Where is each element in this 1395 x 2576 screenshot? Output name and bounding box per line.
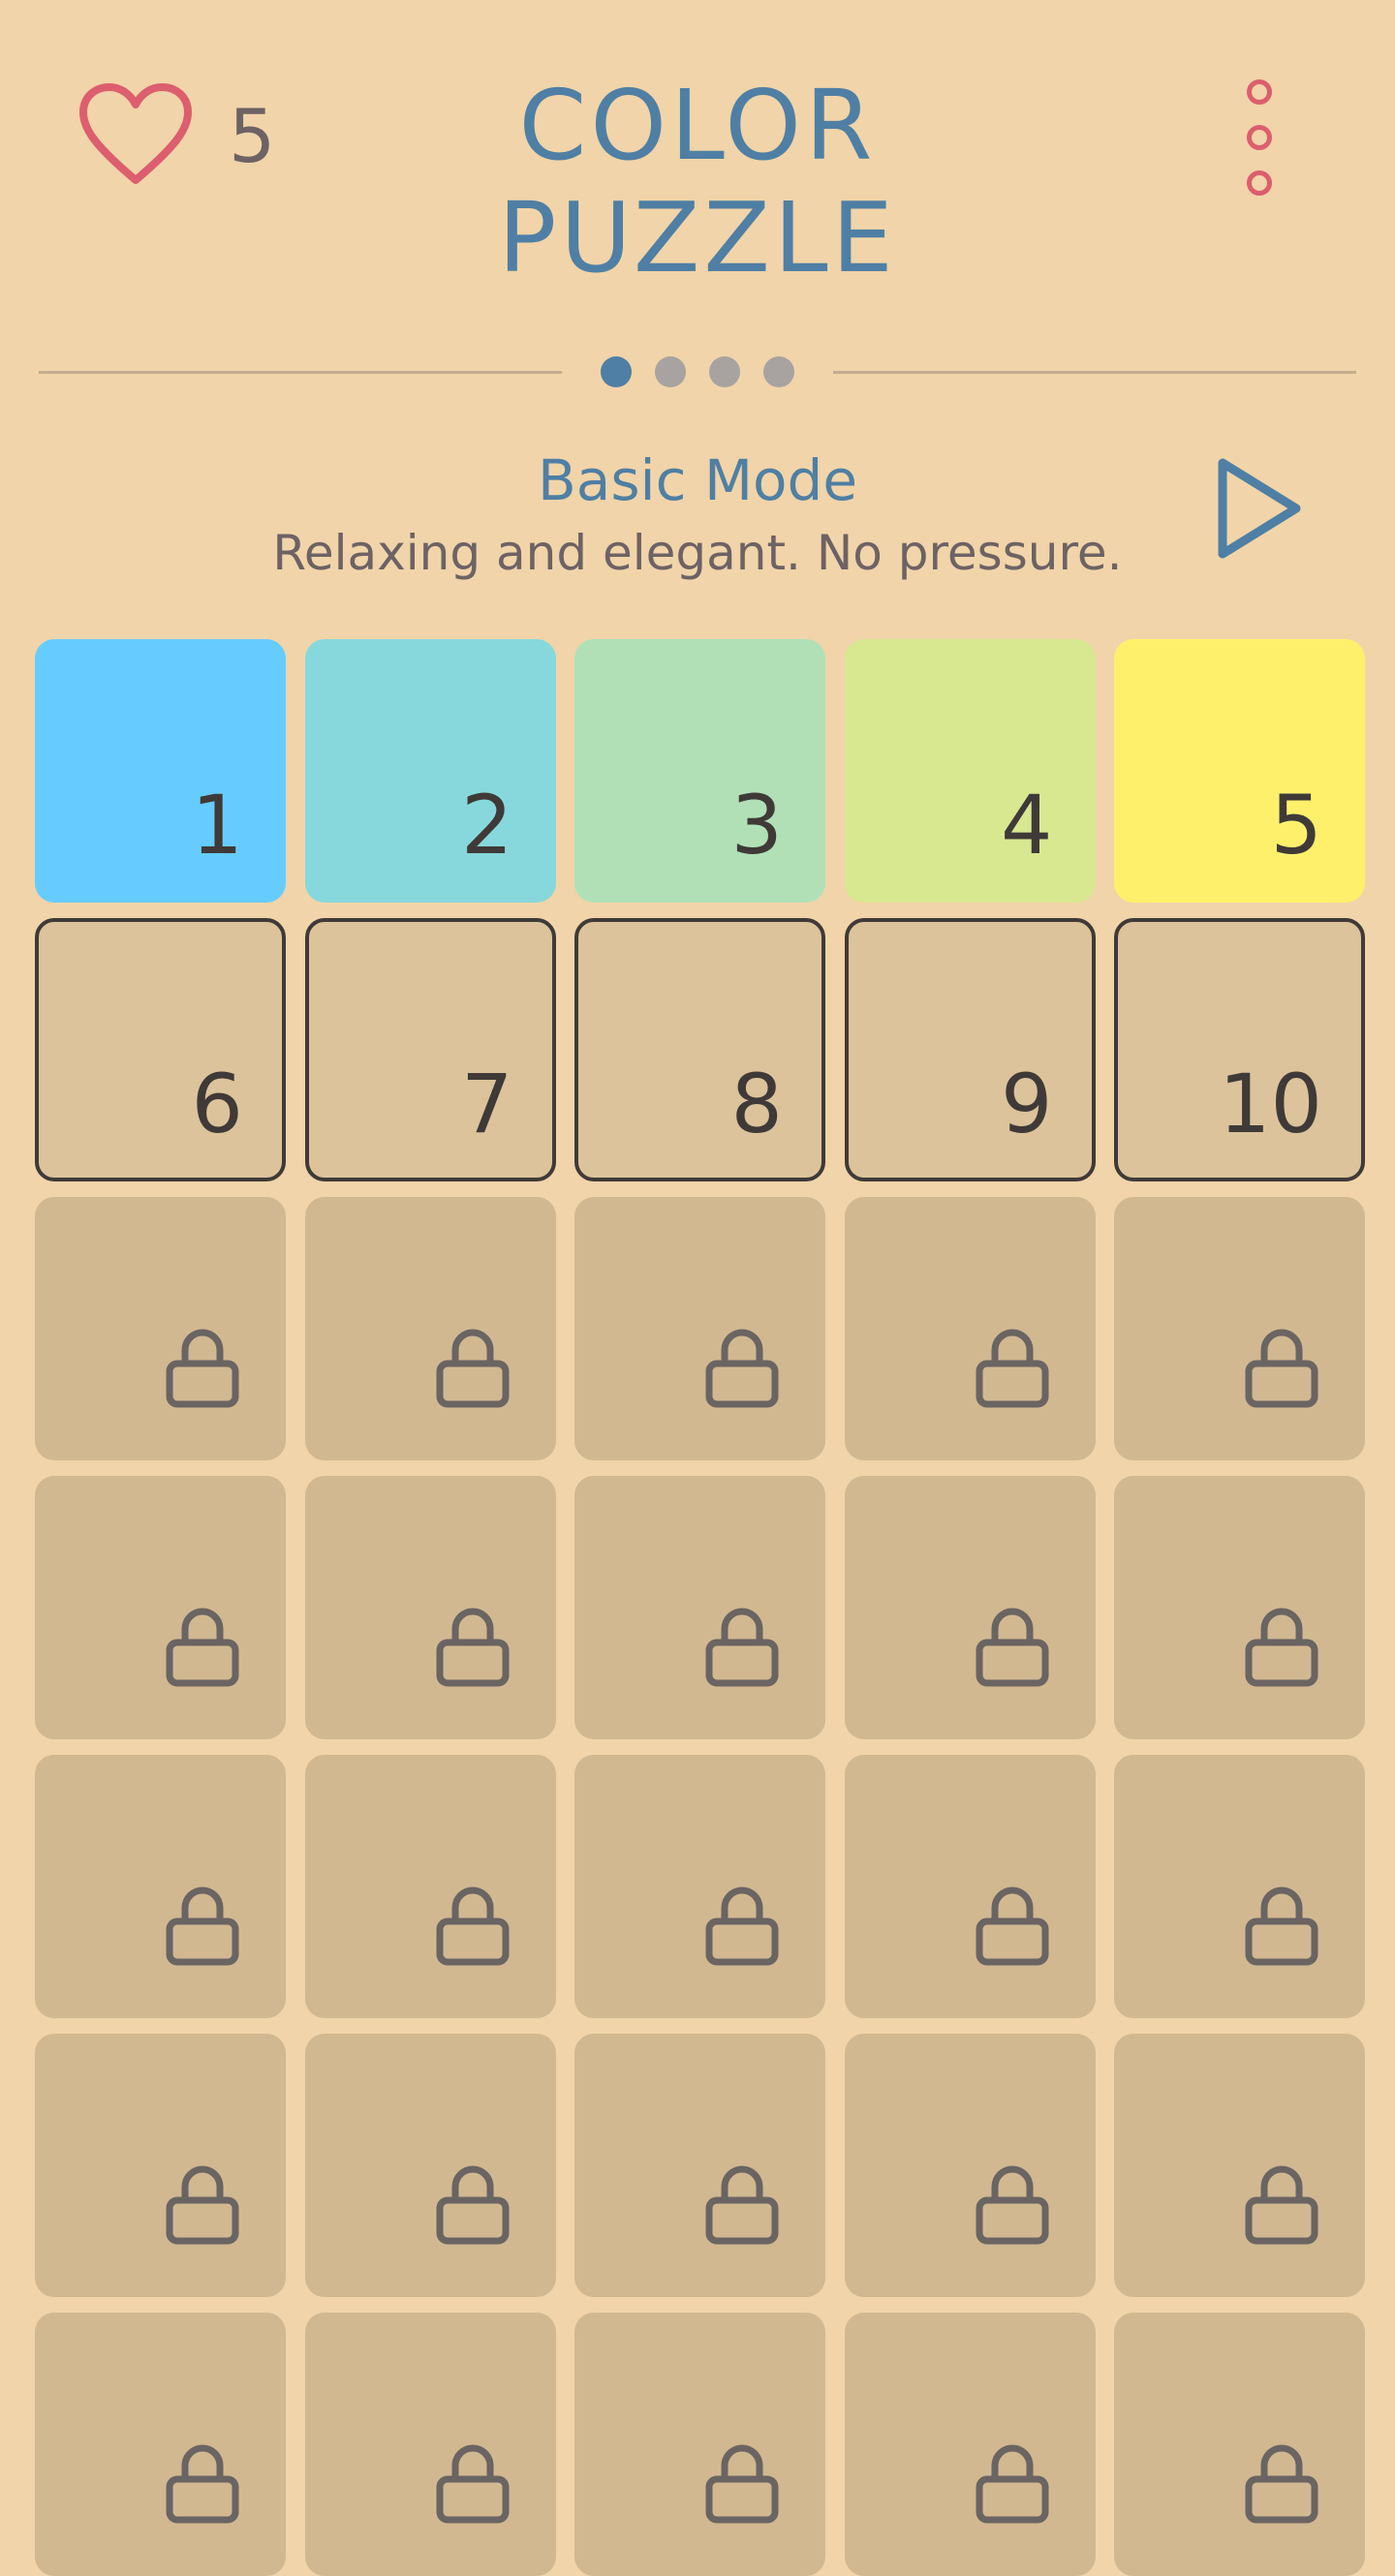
level-number: 9	[1001, 1057, 1053, 1151]
lock-icon	[1245, 1608, 1318, 1687]
level-tile-locked	[1114, 2313, 1365, 2576]
lock-icon	[976, 2444, 1048, 2524]
page-dot-active[interactable]	[601, 356, 632, 387]
page-dot[interactable]	[763, 356, 794, 387]
level-tile-locked	[844, 1755, 1096, 2018]
menu-button[interactable]	[1240, 79, 1279, 196]
level-number: 3	[730, 778, 783, 873]
heart-icon	[79, 83, 192, 184]
lock-icon	[166, 2444, 239, 2524]
level-tile-5[interactable]: 5	[1114, 639, 1365, 903]
page-indicator	[39, 356, 1356, 387]
level-tile-7[interactable]: 7	[304, 918, 556, 1181]
lock-icon	[976, 1886, 1048, 1966]
mode-title: Basic Mode	[537, 447, 858, 513]
lock-icon	[976, 2165, 1048, 2245]
level-tile-locked	[304, 1197, 556, 1460]
game-title-line1: COLOR	[518, 69, 877, 182]
game-title-line2: PUZZLE	[498, 181, 897, 294]
level-number: 10	[1219, 1057, 1322, 1151]
divider-left	[39, 371, 562, 374]
level-tile-locked	[844, 1476, 1096, 1739]
level-tile-3[interactable]: 3	[574, 639, 825, 903]
game-title: COLOR PUZZLE	[407, 70, 988, 294]
level-tile-locked	[304, 1755, 556, 2018]
lock-icon	[705, 2444, 779, 2524]
level-tile-8[interactable]: 8	[574, 918, 825, 1181]
lock-icon	[705, 1608, 779, 1687]
lock-icon	[166, 1608, 239, 1687]
level-number: 4	[1001, 778, 1053, 873]
lock-icon	[436, 1886, 509, 1966]
page-dots	[601, 356, 794, 387]
menu-dot-icon	[1247, 125, 1272, 150]
lock-icon	[166, 1329, 239, 1408]
lock-icon	[436, 1329, 509, 1408]
level-number: 2	[461, 778, 513, 873]
lock-icon	[436, 2165, 509, 2245]
menu-dot-icon	[1247, 79, 1272, 105]
level-tile-locked	[574, 1476, 825, 1739]
lock-icon	[1245, 2165, 1318, 2245]
level-tile-locked	[304, 1476, 556, 1739]
lock-icon	[1245, 1329, 1318, 1408]
lock-icon	[436, 2444, 509, 2524]
level-number: 1	[191, 778, 243, 873]
lock-icon	[1245, 2444, 1318, 2524]
level-number: 6	[191, 1057, 243, 1151]
lock-icon	[166, 2165, 239, 2245]
level-tile-10[interactable]: 10	[1114, 918, 1365, 1181]
level-tile-2[interactable]: 2	[304, 639, 556, 903]
level-tile-locked	[574, 1197, 825, 1460]
level-tile-9[interactable]: 9	[844, 918, 1096, 1181]
play-icon[interactable]	[1211, 455, 1308, 562]
menu-dot-icon	[1247, 170, 1272, 196]
lock-icon	[976, 1608, 1048, 1687]
header: 5 COLOR PUZZLE	[0, 0, 1395, 329]
level-tile-locked	[574, 1755, 825, 2018]
level-tile-locked	[1114, 1197, 1365, 1460]
level-tile-locked	[304, 2034, 556, 2297]
lock-icon	[705, 1329, 779, 1408]
lock-icon	[976, 1329, 1048, 1408]
mode-info: Basic Mode Relaxing and elegant. No pres…	[0, 442, 1395, 587]
level-number: 5	[1270, 778, 1322, 873]
level-tile-locked	[35, 1197, 286, 1460]
level-tile-locked	[304, 2313, 556, 2576]
level-tile-locked	[35, 2313, 286, 2576]
level-tile-locked	[35, 1476, 286, 1739]
page-dot[interactable]	[709, 356, 740, 387]
lives-indicator: 5	[78, 83, 275, 190]
level-number: 8	[730, 1057, 783, 1151]
level-tile-locked	[1114, 2034, 1365, 2297]
lock-icon	[705, 2165, 779, 2245]
lock-icon	[166, 1886, 239, 1966]
mode-description: Relaxing and elegant. No pressure.	[272, 525, 1123, 581]
level-tile-locked	[844, 2313, 1096, 2576]
level-tile-locked	[844, 2034, 1096, 2297]
level-number: 7	[461, 1057, 513, 1151]
divider-right	[833, 371, 1356, 374]
lock-icon	[705, 1886, 779, 1966]
level-tile-1[interactable]: 1	[35, 639, 286, 903]
level-tile-4[interactable]: 4	[844, 639, 1096, 903]
level-grid: 1 2 3 4 5 6 7 8 9 10	[35, 639, 1365, 2576]
level-tile-locked	[35, 1755, 286, 2018]
level-tile-locked	[844, 1197, 1096, 1460]
lock-icon	[436, 1608, 509, 1687]
lives-count: 5	[229, 93, 276, 179]
page-dot[interactable]	[655, 356, 686, 387]
level-tile-6[interactable]: 6	[35, 918, 286, 1181]
level-tile-locked	[1114, 1755, 1365, 2018]
level-tile-locked	[574, 2313, 825, 2576]
level-tile-locked	[574, 2034, 825, 2297]
level-tile-locked	[35, 2034, 286, 2297]
level-tile-locked	[1114, 1476, 1365, 1739]
lock-icon	[1245, 1886, 1318, 1966]
